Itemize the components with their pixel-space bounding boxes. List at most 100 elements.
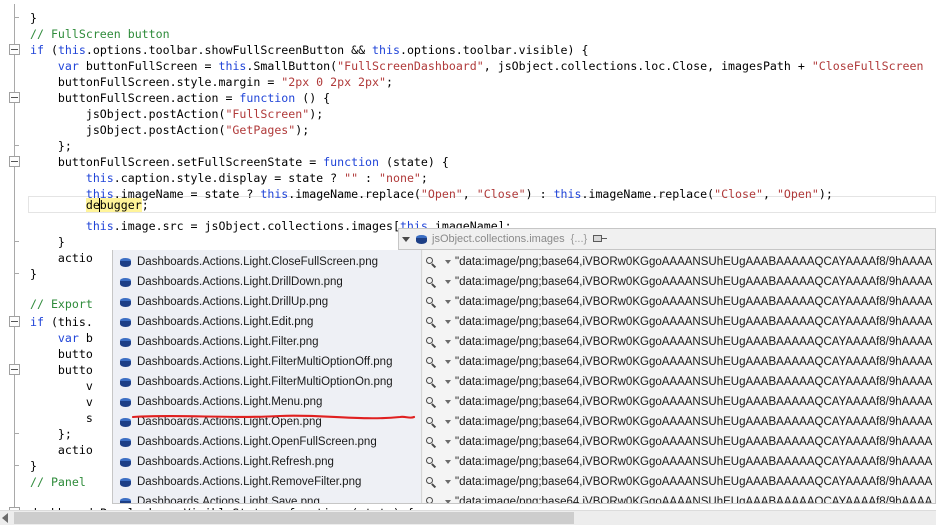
datatip-row[interactable]: Dashboards.Actions.Light.RemoveFilter.pn… bbox=[113, 472, 935, 492]
caret-down-icon[interactable] bbox=[441, 340, 455, 344]
field-icon bbox=[113, 317, 137, 327]
gutter-outline-line bbox=[14, 4, 15, 512]
datatip-row-value: "data:image/png;base64,iVBORw0KGgoAAAANS… bbox=[455, 296, 933, 308]
collapse-region-button[interactable] bbox=[9, 44, 20, 55]
code-line: }; bbox=[30, 427, 72, 441]
scrollbar-thumb[interactable] bbox=[14, 512, 574, 524]
datatip-row[interactable]: Dashboards.Actions.Light.Save.png "data:i… bbox=[113, 492, 935, 504]
code-line: buttonFullScreen.action = function () { bbox=[30, 91, 331, 105]
collapse-region-button[interactable] bbox=[9, 316, 20, 327]
collapse-region-button[interactable] bbox=[9, 92, 20, 103]
code-line: } bbox=[30, 459, 37, 473]
datatip-row[interactable]: Dashboards.Actions.Light.Open.png "data:i… bbox=[113, 412, 935, 432]
datatip-row-value: "data:image/png;base64,iVBORw0KGgoAAAANS… bbox=[455, 476, 933, 488]
datatip-row-name: Dashboards.Actions.Light.DrillUp.png bbox=[137, 296, 329, 308]
triangle-down-icon[interactable] bbox=[399, 228, 413, 250]
datatip-row-name: Dashboards.Actions.Light.Save.png bbox=[137, 496, 320, 504]
datatip-row[interactable]: Dashboards.Actions.Light.DrillDown.png "d… bbox=[113, 272, 935, 292]
magnifier-icon[interactable] bbox=[421, 256, 441, 268]
magnifier-icon[interactable] bbox=[421, 496, 441, 503]
magnifier-icon[interactable] bbox=[421, 296, 441, 308]
magnifier-icon[interactable] bbox=[421, 356, 441, 368]
code-line: this.imageName = state ? this.imageName.… bbox=[85, 187, 833, 201]
datatip-row[interactable]: Dashboards.Actions.Light.FilterMultiOpti… bbox=[113, 352, 935, 372]
pin-icon[interactable] bbox=[593, 233, 608, 245]
magnifier-icon[interactable] bbox=[421, 456, 441, 468]
caret-down-icon[interactable] bbox=[441, 380, 455, 384]
datatip-row[interactable]: Dashboards.Actions.Light.Filter.png "data… bbox=[113, 332, 935, 352]
magnifier-icon[interactable] bbox=[421, 336, 441, 348]
code-line: v bbox=[30, 395, 93, 409]
magnifier-icon[interactable] bbox=[421, 396, 441, 408]
code-line: actio bbox=[30, 251, 93, 265]
magnifier-icon[interactable] bbox=[421, 436, 441, 448]
field-icon bbox=[413, 228, 429, 250]
code-line: s bbox=[30, 411, 93, 425]
caret-down-icon[interactable] bbox=[441, 440, 455, 444]
datatip-row[interactable]: Dashboards.Actions.Light.FilterMultiOpti… bbox=[113, 372, 935, 392]
gutter-region-tick bbox=[14, 145, 19, 146]
collapse-region-button[interactable] bbox=[9, 364, 20, 375]
datatip-row[interactable]: Dashboards.Actions.Light.OpenFullScreen.… bbox=[113, 432, 935, 452]
caret-down-icon[interactable] bbox=[441, 400, 455, 404]
datatip-row-name: Dashboards.Actions.Light.DrillDown.png bbox=[137, 276, 343, 288]
datatip-row-value: "data:image/png;base64,iVBORw0KGgoAAAANS… bbox=[455, 436, 933, 448]
code-line: // FullScreen button bbox=[30, 27, 170, 41]
datatip-row[interactable]: Dashboards.Actions.Light.Menu.png "data:i… bbox=[113, 392, 935, 412]
code-line: this.caption.style.display = state ? "" … bbox=[85, 171, 428, 185]
vs-code-editor-window: } // FullScreen button if (this.options.to… bbox=[0, 0, 936, 525]
magnifier-icon[interactable] bbox=[421, 416, 441, 428]
datatip-row-value: "data:image/png;base64,iVBORw0KGgoAAAANS… bbox=[455, 416, 933, 428]
code-line: } bbox=[30, 11, 37, 25]
arrow-left-icon[interactable] bbox=[2, 513, 8, 523]
field-icon bbox=[113, 357, 137, 367]
datatip-row-name: Dashboards.Actions.Light.CloseFullScreen… bbox=[137, 256, 378, 268]
datatip-row-name: Dashboards.Actions.Light.Filter.png bbox=[137, 336, 319, 348]
horizontal-scrollbar[interactable] bbox=[0, 510, 936, 525]
code-line: } bbox=[30, 267, 37, 281]
caret-down-icon[interactable] bbox=[441, 420, 455, 424]
field-icon bbox=[113, 417, 137, 427]
code-line: var buttonFullScreen = this.SmallButton(… bbox=[57, 59, 924, 73]
magnifier-icon[interactable] bbox=[421, 376, 441, 388]
code-line: if (this.options.toolbar.showFullScreenB… bbox=[30, 43, 589, 57]
magnifier-icon[interactable] bbox=[421, 316, 441, 328]
code-line: buttonFullScreen.style.margin = "2px 0 2… bbox=[30, 75, 393, 89]
datatip-row[interactable]: Dashboards.Actions.Light.Refresh.png "dat… bbox=[113, 452, 935, 472]
caret-down-icon[interactable] bbox=[441, 360, 455, 364]
caret-down-icon[interactable] bbox=[441, 320, 455, 324]
collapse-region-button[interactable] bbox=[9, 156, 20, 167]
caret-down-icon[interactable] bbox=[441, 480, 455, 484]
debugger-keyword: debugger bbox=[85, 198, 142, 212]
code-line: } bbox=[30, 235, 65, 249]
datatip-row-value: "data:image/png;base64,iVBORw0KGgoAAAANS… bbox=[455, 336, 933, 348]
caret-down-icon[interactable] bbox=[441, 500, 455, 503]
datatip-row-value: "data:image/png;base64,iVBORw0KGgoAAAANS… bbox=[455, 376, 933, 388]
datatip-row-value: "data:image/png;base64,iVBORw0KGgoAAAANS… bbox=[455, 276, 933, 288]
datatip-value-preview: {...} bbox=[570, 233, 588, 245]
code-line: // Panel bbox=[30, 475, 93, 489]
field-icon bbox=[113, 497, 137, 503]
editor-gutter[interactable] bbox=[0, 0, 30, 525]
datatip-row-name: Dashboards.Actions.Light.OpenFullScreen.… bbox=[137, 436, 377, 448]
magnifier-icon[interactable] bbox=[421, 276, 441, 288]
field-icon bbox=[113, 457, 137, 467]
field-icon bbox=[113, 257, 137, 267]
datatip-row[interactable]: Dashboards.Actions.Light.CloseFullScreen… bbox=[113, 252, 935, 272]
code-line: jsObject.postAction("FullScreen"); bbox=[30, 107, 324, 121]
datatip-row[interactable]: Dashboards.Actions.Light.DrillUp.png "dat… bbox=[113, 292, 935, 312]
datatip-body[interactable]: Dashboards.Actions.Light.CloseFullScreen… bbox=[112, 250, 936, 504]
datatip-row[interactable]: Dashboards.Actions.Light.Edit.png "data:i… bbox=[113, 312, 935, 332]
field-icon bbox=[113, 397, 137, 407]
caret-down-icon[interactable] bbox=[441, 300, 455, 304]
datatip-header[interactable]: jsObject.collections.images {...} bbox=[398, 228, 936, 250]
datatip-row-list[interactable]: Dashboards.Actions.Light.CloseFullScreen… bbox=[113, 252, 935, 504]
magnifier-icon[interactable] bbox=[421, 476, 441, 488]
caret-down-icon[interactable] bbox=[441, 280, 455, 284]
caret-down-icon[interactable] bbox=[441, 260, 455, 264]
caret-down-icon[interactable] bbox=[441, 460, 455, 464]
field-icon bbox=[113, 337, 137, 347]
code-line: var b bbox=[57, 331, 93, 345]
code-line: // Export bbox=[30, 297, 93, 311]
gutter-region-tick bbox=[14, 273, 19, 274]
